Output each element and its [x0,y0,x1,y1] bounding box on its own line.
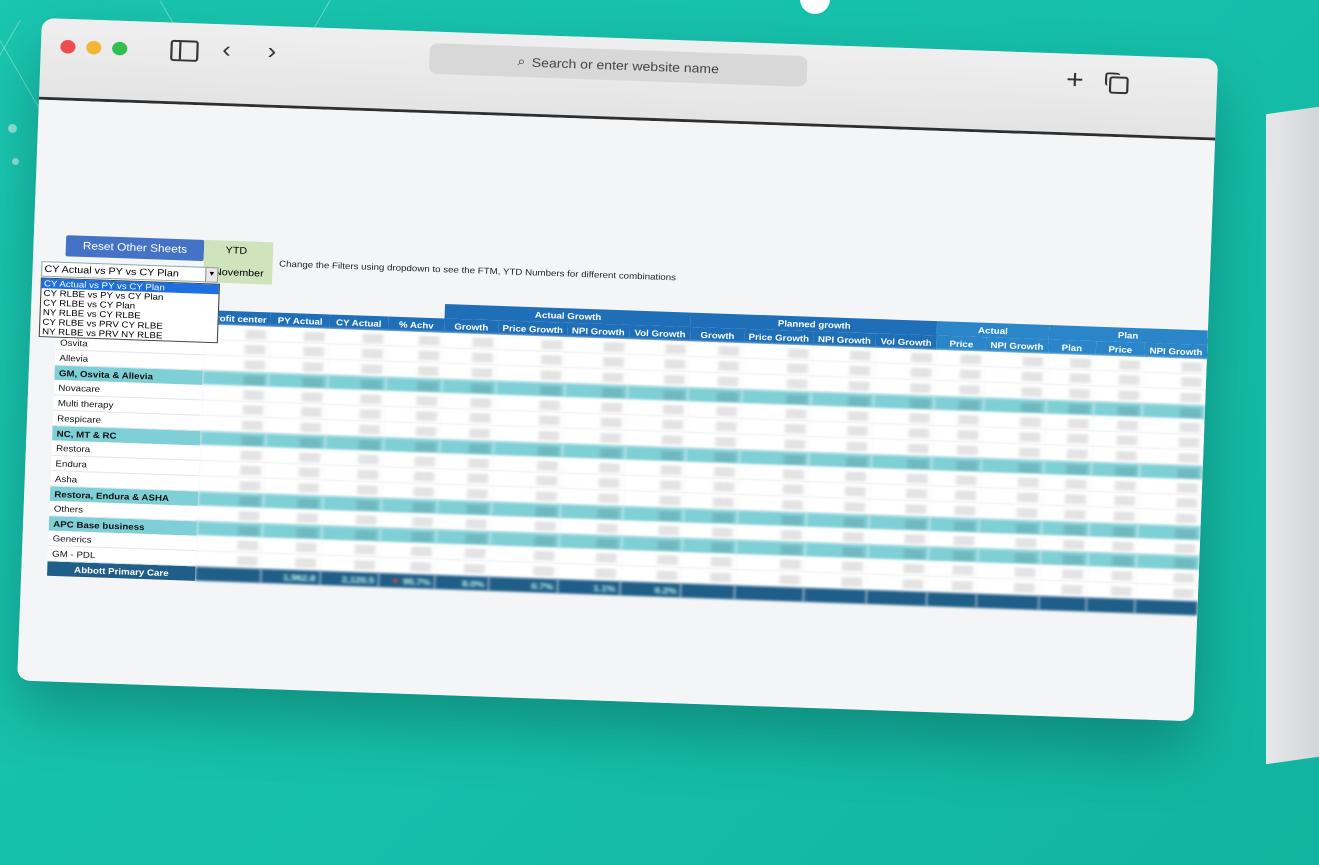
blurred-cell: ▒▒▒ [435,558,490,577]
blurred-cell: ▒▒▒ [1093,385,1144,403]
total-price-growth: 0.7% [488,576,558,594]
browser-window: ‹ › ⌕ Search or enter website name + Res… [17,18,1219,722]
blurred-cell: ▒▒▒ [1043,444,1093,462]
forward-button[interactable]: › [267,37,277,66]
performance-table: Actual Growth Planned growth Actual Plan… [47,291,1208,616]
blurred-cell: ▒▒▒ [686,416,742,434]
month-label: November [213,267,264,280]
blurred-cell: ▒▒▒ [443,347,498,365]
close-window-button[interactable] [60,39,76,54]
decorative-dot [800,0,830,14]
blurred-cell: ▒▒▒ [681,567,736,585]
blurred-cell: ▒▒▒ [1046,368,1095,386]
blurred-cell: ▒▒▒ [440,408,496,426]
blurred-cell: ▒▒▒ [935,364,986,382]
blurred-cell: ▒▒▒ [934,395,984,413]
address-bar-placeholder: Search or enter website name [531,54,720,76]
sidebar-toggle-icon[interactable] [170,39,199,62]
blurred-cell: ▒▒▒ [934,380,985,398]
blurred-cell: ▒▒▒ [1086,581,1137,599]
blurred-cell: ▒▒▒ [931,456,982,473]
blurred-cell: ▒▒▒ [686,432,741,450]
blurred-cell: ▒▒▒ [1090,461,1141,479]
blurred-cell: ▒▒▒ [1044,414,1094,431]
blurred-cell: ▒▒▒ [1039,550,1089,567]
blurred-cell: ▒▒▒ [1090,476,1141,494]
comparison-dropdown: CY Actual vs PY vs CY Plan CY RLBE vs PY… [38,277,221,344]
blurred-cell: ▒▒▒ [1087,551,1138,569]
blurred-cell: ▒▒▒ [933,410,984,428]
blurred-cell: ▒▒▒ [1088,522,1139,539]
blurred-cell: ▒▒▒ [1089,491,1140,509]
column-header: Plan [1047,339,1097,356]
blurred-cell: ▒▒▒ [1047,353,1096,371]
total-npi-growth: 1.1% [557,578,621,596]
side-panel [1266,105,1319,765]
blurred-cell: ▒▒▒ [928,561,978,578]
blurred-cell: ▒▒▒ [928,546,979,563]
total-py-actual: 1,962.8 [261,568,321,586]
blurred-cell: ▒▒▒ [1091,446,1142,464]
blurred-cell: ▒▒▒ [442,363,497,381]
chevron-down-icon[interactable]: ▼ [204,266,219,283]
total-growth: 8.0% [434,574,489,592]
blurred-cell: ▒▒▒ [440,423,495,441]
blurred-cell: ▒▒▒ [437,484,493,502]
total-achv: ▼ 95.7% [378,572,436,590]
reset-other-sheets-button[interactable]: Reset Other Sheets [65,235,205,262]
total-cy-actual: 2,120.5 [319,570,379,588]
blurred-cell: ▒▒▒ [688,371,743,389]
blurred-cell: ▒▒▒ [1042,489,1091,507]
spreadsheet: Reset Other Sheets YTD November Change t… [17,99,1216,722]
blurred-cell: ▒▒▒ [931,470,982,488]
blurred-cell: ▒▒▒ [932,440,983,458]
blurred-cell: ▒▒▒ [1040,520,1090,537]
period-label: YTD [225,245,248,257]
blurred-cell: ▒▒▒ [933,425,983,443]
blurred-cell: ▒▒▒ [1040,535,1089,552]
blurred-cell: ▒▒▒ [1088,536,1138,554]
blurred-cell: ▒▒▒ [1092,415,1143,433]
blurred-cell: ▒▒▒ [929,531,979,548]
blurred-cell: ▒▒▒ [1087,566,1137,584]
blurred-cell: ▒▒▒ [684,477,739,495]
blurred-cell: ▒▒▒ [1045,399,1094,416]
blurred-cell: ▒▒▒ [1038,579,1088,597]
blurred-cell: ▒▒▒ [935,349,986,367]
table-body: General Medicine▒▒▒▒▒▒▒▒▒▒▒▒▒▒▒▒▒▒▒▒▒▒▒▒… [47,319,1207,601]
filter-hint: Change the Filters using dropdown to see… [278,258,677,283]
blurred-cell: ▒▒▒ [438,468,493,486]
blurred-cell: ▒▒▒ [930,501,980,519]
blurred-cell: ▒▒▒ [684,492,739,510]
new-tab-button[interactable]: + [1066,64,1085,94]
blurred-cell: ▒▒▒ [1043,459,1092,477]
blurred-cell: ▒▒▒ [929,516,980,534]
blurred-cell: ▒▒▒ [1092,430,1142,448]
blurred-cell: ▒▒▒ [1094,370,1145,388]
tab-overview-icon[interactable] [1108,76,1129,95]
blurred-cell: ▒▒▒ [1042,474,1091,492]
back-button[interactable]: ‹ [222,36,232,65]
blurred-cell: ▒▒▒ [1089,506,1139,524]
total-vol-growth: 0.2% [619,580,682,598]
blurred-cell: ▒▒▒ [1039,565,1088,582]
blurred-cell: ▒▒▒ [1046,384,1095,402]
search-icon: ⌕ [517,53,526,69]
blurred-cell: ▒▒▒ [1094,355,1145,373]
blurred-cell: ▒▒▒ [1041,505,1090,523]
blurred-cell: ▒▒▒ [1093,401,1143,418]
blurred-cell: ▒▒▒ [930,485,981,503]
maximize-window-button[interactable] [111,41,128,56]
blurred-cell: ▒▒▒ [689,356,744,374]
minimize-window-button[interactable] [86,40,102,55]
blurred-cell: ▒▒▒ [1044,429,1093,447]
address-bar[interactable]: ⌕ Search or enter website name [428,43,808,87]
blurred-cell: ▒▒▒ [927,576,978,594]
arrow-down-icon: ▼ [390,575,401,586]
